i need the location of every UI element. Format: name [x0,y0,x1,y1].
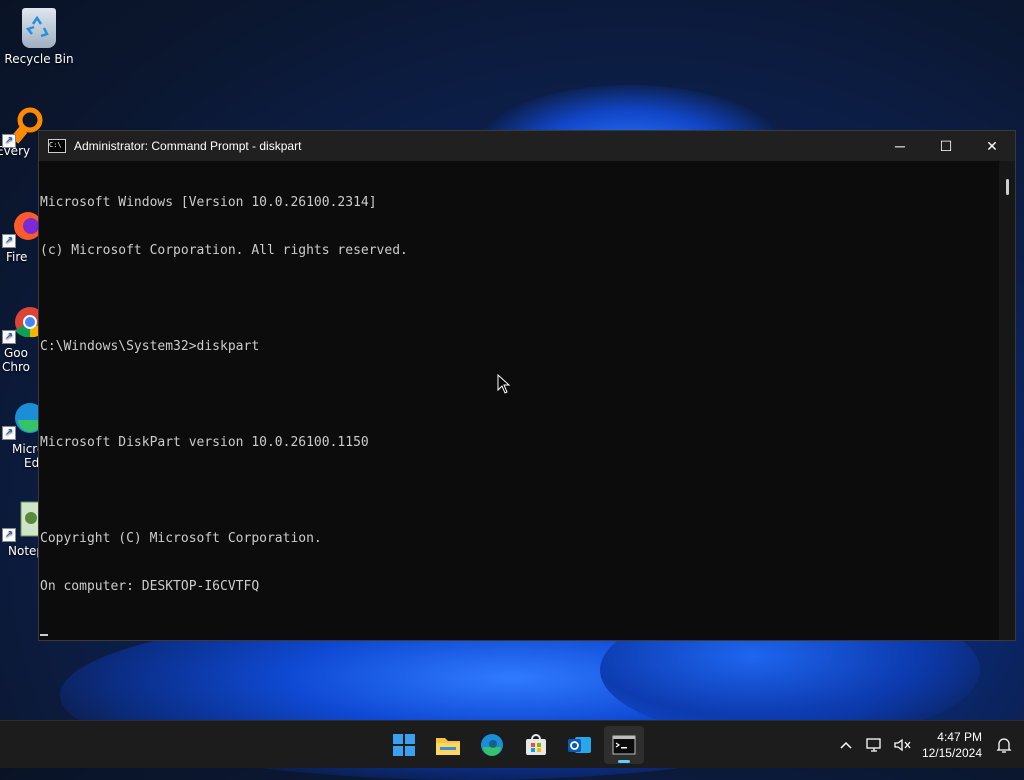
vertical-scrollbar[interactable] [999,161,1015,640]
shortcut-arrow-icon: ↗ [2,330,16,344]
console-line: Microsoft Windows [Version 10.0.26100.23… [40,195,377,210]
scrollbar-thumb[interactable] [1006,179,1009,195]
taskbar-edge[interactable] [472,726,512,764]
console-line: Copyright (C) Microsoft Corporation. [40,531,322,546]
shortcut-arrow-icon: ↗ [2,234,16,248]
console-line: Microsoft DiskPart version 10.0.26100.11… [40,435,369,450]
network-icon [866,737,881,752]
clock-time: 4:47 PM [937,729,982,744]
active-indicator [618,760,630,763]
notifications-button[interactable] [990,730,1018,760]
command-prompt-window[interactable]: C:\ Administrator: Command Prompt - disk… [38,130,1016,641]
window-titlebar[interactable]: C:\ Administrator: Command Prompt - disk… [39,131,1015,161]
network-button[interactable] [860,730,888,760]
minimize-button[interactable]: ─ [877,131,923,161]
chevron-up-icon [840,741,852,749]
volume-button[interactable] [888,730,916,760]
file-explorer-icon [436,738,460,755]
terminal-icon [612,735,636,755]
console-output[interactable]: Microsoft Windows [Version 10.0.26100.23… [39,161,999,640]
store-icon [526,734,546,755]
start-icon [393,734,415,756]
taskbar-apps [384,726,644,764]
desktop-icon-recycle-bin[interactable]: Recycle Bin [1,8,77,66]
window-title: Administrator: Command Prompt - diskpart [74,139,302,153]
shortcut-arrow-icon: ↗ [2,426,16,440]
taskbar: 4:47 PM 12/15/2024 [0,720,1024,768]
close-icon: ✕ [986,137,998,154]
close-button[interactable]: ✕ [969,131,1015,161]
desktop-icon-label: Recycle Bin [4,52,74,66]
console-line: On computer: DESKTOP-I6CVTFQ [40,579,260,594]
console-line: (c) Microsoft Corporation. All rights re… [40,243,408,258]
maximize-icon: ☐ [939,137,953,154]
taskbar-file-explorer[interactable] [428,726,468,764]
system-tray: 4:47 PM 12/15/2024 [832,721,1024,768]
maximize-button[interactable]: ☐ [923,131,969,161]
console-prompt-line[interactable] [40,627,999,640]
console-line: C:\Windows\System32>diskpart [40,339,260,354]
mouse-pointer-icon [497,374,511,394]
command-prompt-icon: C:\ [48,139,66,153]
start-button[interactable] [384,726,424,764]
volume-muted-icon [894,738,911,751]
edge-icon [481,734,503,756]
clock[interactable]: 4:47 PM 12/15/2024 [916,729,990,761]
recycle-bin-icon [22,8,56,48]
text-cursor [40,633,48,636]
minimize-icon: ─ [895,138,905,154]
shortcut-arrow-icon: ↗ [2,134,16,148]
taskbar-store[interactable] [516,726,556,764]
bell-icon [996,737,1012,753]
taskbar-command-prompt[interactable] [604,726,644,764]
shortcut-arrow-icon: ↗ [2,528,16,542]
outlook-icon [568,737,591,753]
clock-date: 12/15/2024 [921,745,982,760]
show-hidden-icons-button[interactable] [832,730,860,760]
taskbar-outlook[interactable] [560,726,600,764]
